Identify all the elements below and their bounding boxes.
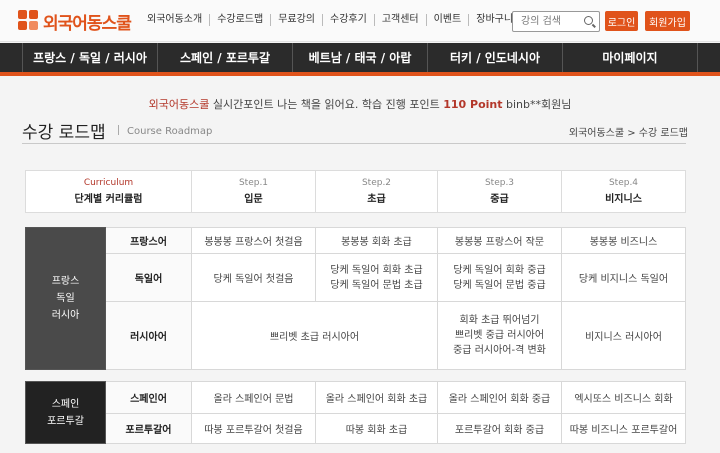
group-label-spain-portugal: 스페인 포르투갈	[25, 381, 106, 444]
lang-spanish: 스페인어	[105, 381, 192, 414]
logo[interactable]: 외국어동스쿨	[18, 9, 132, 34]
course-cell[interactable]: 당케 비지니스 독일어	[561, 253, 686, 302]
header-step1: Step.1 입문	[191, 170, 316, 213]
course-cell[interactable]: 따봉 비즈니스 포르투갈어	[561, 413, 686, 444]
course-cell[interactable]: 봉봉봉 프랑스어 첫걸음	[191, 227, 316, 254]
main-nav-spain-portugal[interactable]: 스페인 / 포르투갈	[158, 43, 293, 72]
header-step3: Step.3 중급	[437, 170, 562, 213]
group-label-france-germany-russia: 프랑스 독일 러시아	[25, 227, 106, 370]
course-cell[interactable]: 당케 독일어 회화 중급 당케 독일어 문법 중급	[437, 253, 562, 302]
course-cell[interactable]: 봉봉봉 프랑스어 작문	[437, 227, 562, 254]
main-nav: 프랑스 / 독일 / 러시아 스페인 / 포르투갈 베트남 / 태국 / 아랍 …	[0, 43, 720, 76]
course-cell[interactable]: 당케 독일어 회화 초급 당케 독일어 문법 초급	[315, 253, 438, 302]
page-subtitle: Course Roadmap	[118, 125, 212, 137]
course-cell[interactable]: 올라 스페인어 회화 초급	[315, 381, 438, 414]
search-box	[512, 11, 600, 32]
roadmap-header: Curriculum 단계별 커리큘럼 Step.1 입문 Step.2 초급 …	[25, 170, 686, 213]
lang-french: 프랑스어	[105, 227, 192, 254]
course-cell[interactable]: 당케 독일어 첫걸음	[191, 253, 316, 302]
header-step2: Step.2 초급	[315, 170, 438, 213]
header-step4: Step.4 비지니스	[561, 170, 686, 213]
search-icon[interactable]	[584, 16, 593, 25]
course-cell[interactable]: 비지니스 러시아어	[561, 301, 686, 370]
top-nav-free-lectures[interactable]: 무료강의	[271, 14, 324, 26]
top-nav-events[interactable]: 이벤트	[427, 14, 470, 26]
top-bar: 외국어동스쿨 외국어동소개 수강로드맵 무료강의 수강후기 고객센터 이벤트 장…	[0, 0, 720, 42]
breadcrumb: 외국어동스쿨 > 수강 로드맵	[568, 128, 688, 139]
notice-text: 실시간포인트 나는 책을 읽어요. 학습 진행 포인트	[209, 98, 444, 111]
logo-icon	[18, 10, 40, 32]
notice-brand: 외국어동스쿨	[148, 98, 210, 111]
main-nav-turkey-indonesia[interactable]: 터키 / 인도네시아	[428, 43, 563, 72]
point-notice: 외국어동스쿨 실시간포인트 나는 책을 읽어요. 학습 진행 포인트 110 P…	[0, 96, 720, 112]
roadmap-group-spain-portugal: 스페인 포르투갈 스페인어 올라 스페인어 문법 올라 스페인어 회화 초급 올…	[25, 381, 686, 444]
search-input[interactable]	[513, 12, 577, 31]
login-button[interactable]: 로그인	[605, 11, 638, 31]
course-cell[interactable]: 봉봉봉 비즈니스	[561, 227, 686, 254]
course-cell[interactable]: 따봉 회화 초급	[315, 413, 438, 444]
page-title: 수강 로드맵	[22, 123, 106, 143]
course-cell[interactable]: 올라 스페인어 문법	[191, 381, 316, 414]
course-cell[interactable]: 올라 스페인어 회화 중급	[437, 381, 562, 414]
header-curriculum: Curriculum 단계별 커리큘럼	[25, 170, 192, 213]
roadmap-group-france-germany-russia: 프랑스 독일 러시아 프랑스어 봉봉봉 프랑스어 첫걸음 봉봉봉 회화 초급 봉…	[25, 227, 686, 370]
course-cell[interactable]: 포르투갈어 회화 중급	[437, 413, 562, 444]
main-nav-mypage[interactable]: 마이페이지	[563, 43, 698, 72]
top-nav-reviews[interactable]: 수강후기	[323, 14, 375, 26]
top-nav-support[interactable]: 고객센터	[375, 14, 427, 26]
lang-russian: 러시아어	[105, 301, 192, 370]
top-nav: 외국어동소개 수강로드맵 무료강의 수강후기 고객센터 이벤트 장바구니	[140, 14, 520, 26]
course-cell[interactable]: 회화 초급 뛰어넘기 쁘리벳 중급 러시아어 중급 러시아어-격 변화	[437, 301, 562, 370]
top-nav-roadmap[interactable]: 수강로드맵	[210, 14, 272, 26]
main-nav-france-germany-russia[interactable]: 프랑스 / 독일 / 러시아	[22, 43, 158, 72]
top-nav-about[interactable]: 외국어동소개	[140, 14, 211, 26]
title-divider	[22, 143, 686, 144]
lang-german: 독일어	[105, 253, 192, 302]
course-cell[interactable]: 봉봉봉 회화 초급	[315, 227, 438, 254]
lang-portuguese: 포르투갈어	[105, 413, 192, 444]
join-button[interactable]: 회원가입	[645, 11, 690, 31]
course-cell[interactable]: 엑시또스 비즈니스 회화	[561, 381, 686, 414]
notice-user: binb**회원님	[502, 98, 572, 111]
course-cell[interactable]: 따봉 포르투갈어 첫걸음	[191, 413, 316, 444]
logo-text: 외국어동스쿨	[43, 13, 132, 34]
main-nav-vietnam-thai-arabic[interactable]: 베트남 / 태국 / 아랍	[293, 43, 428, 72]
notice-points: 110 Point	[443, 98, 503, 111]
course-cell[interactable]: 쁘리벳 초급 러시아어	[191, 301, 438, 370]
